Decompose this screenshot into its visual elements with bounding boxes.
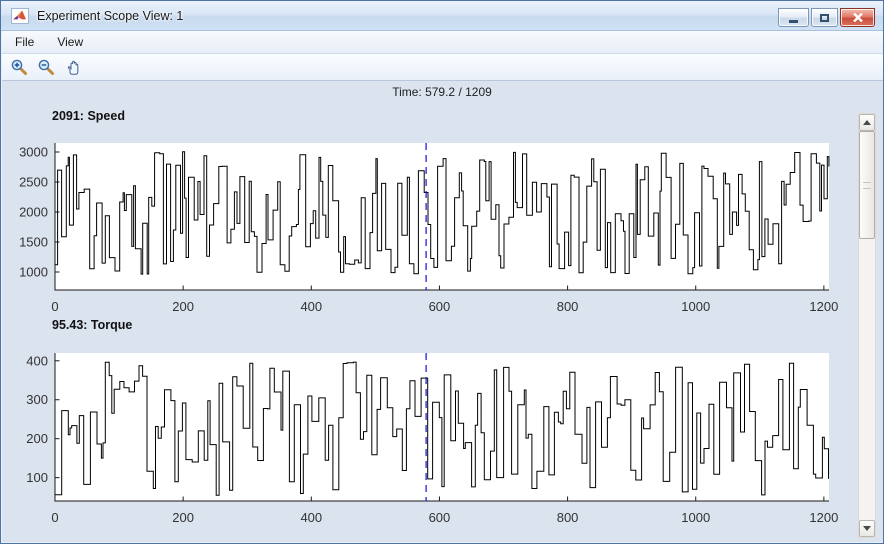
scope-panel: Time: 579.2 / 1209 2091: Speed 95.43: To…	[2, 81, 884, 542]
zoom-in-icon	[11, 59, 28, 76]
close-icon	[853, 13, 863, 22]
menubar: File View	[2, 31, 884, 54]
arrow-down-icon	[863, 526, 871, 531]
pan-hand-icon	[65, 59, 82, 76]
close-button[interactable]	[840, 8, 875, 27]
plots-canvas: 1000150020002500300002004006008001000120…	[2, 81, 884, 542]
maximize-button[interactable]	[811, 8, 838, 27]
titlebar[interactable]: Experiment Scope View: 1	[1, 1, 883, 31]
y-tick-label: 1000	[19, 265, 48, 280]
y-tick-label: 2500	[19, 175, 48, 190]
experiment-scope-window: Experiment Scope View: 1 File View	[0, 0, 884, 544]
x-tick-label: 600	[429, 510, 451, 525]
y-tick-label: 1500	[19, 235, 48, 250]
zoom-out-icon	[38, 59, 55, 76]
y-tick-label: 300	[26, 392, 48, 407]
x-tick-label: 0	[51, 510, 58, 525]
window-controls	[778, 8, 875, 27]
y-tick-label: 2000	[19, 205, 48, 220]
x-tick-label: 200	[172, 510, 194, 525]
y-tick-label: 3000	[19, 145, 48, 160]
x-tick-label: 400	[300, 510, 322, 525]
minimize-button[interactable]	[778, 8, 809, 27]
x-tick-label: 1000	[681, 510, 710, 525]
x-tick-label: 800	[557, 299, 579, 314]
menu-view[interactable]: View	[47, 32, 93, 53]
x-tick-label: 1200	[809, 510, 838, 525]
zoom-out-button[interactable]	[35, 56, 58, 78]
vertical-scrollbar[interactable]	[858, 113, 876, 538]
speed-chart: 1000 1500 2000 2500 3000 0 200 400 600 800 1000 120…	[19, 143, 838, 314]
x-tick-label: 200	[172, 299, 194, 314]
x-tick-label: 1200	[809, 299, 838, 314]
x-tick-label: 1000	[681, 299, 710, 314]
matlab-icon	[11, 8, 29, 24]
scrollbar-thumb[interactable]	[859, 131, 875, 239]
x-tick-label: 400	[300, 299, 322, 314]
pan-button[interactable]	[62, 56, 85, 78]
y-tick-label: 200	[26, 431, 48, 446]
maximize-icon	[820, 14, 829, 22]
x-tick-label: 0	[51, 299, 58, 314]
x-tick-label: 800	[557, 510, 579, 525]
minimize-icon	[789, 20, 798, 23]
x-tick-label: 600	[429, 299, 451, 314]
scroll-up-button[interactable]	[859, 114, 875, 131]
zoom-in-button[interactable]	[8, 56, 31, 78]
menu-file[interactable]: File	[5, 32, 44, 53]
y-tick-label: 100	[26, 470, 48, 485]
y-tick-label: 400	[26, 353, 48, 368]
scroll-down-button[interactable]	[859, 520, 875, 537]
arrow-up-icon	[863, 120, 871, 125]
torque-chart: 100 200 300 400 0 200 400 600 800 1000 1200	[26, 353, 838, 525]
toolbar	[2, 54, 884, 81]
window-title: Experiment Scope View: 1	[37, 9, 183, 23]
